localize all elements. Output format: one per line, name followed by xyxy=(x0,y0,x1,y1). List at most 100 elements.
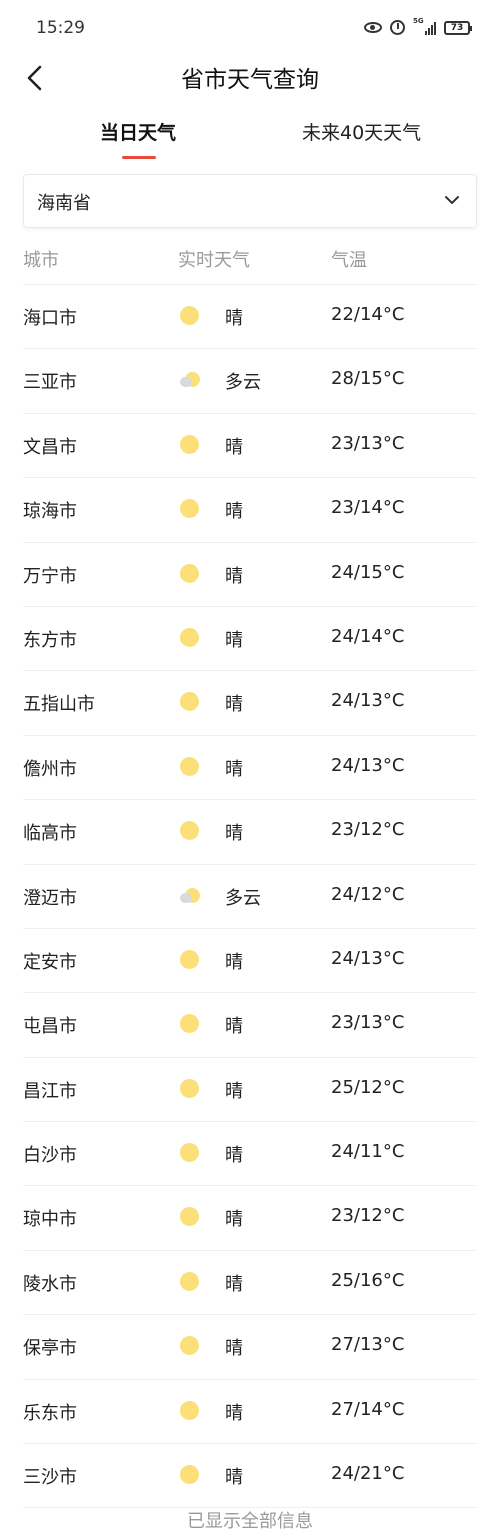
table-row: 三沙市 晴 24/21°C xyxy=(23,1444,477,1509)
sun-icon xyxy=(180,756,200,777)
weather-description: 晴 xyxy=(225,629,243,651)
sun-icon xyxy=(180,306,200,326)
table-row: 东方市 晴 24/14°C xyxy=(23,607,477,672)
temperature-range: 24/13°C xyxy=(331,947,405,969)
temperature-range: 24/13°C xyxy=(331,690,405,712)
city-name: 三亚市 xyxy=(23,372,77,394)
table-header: 城市 实时天气 气温 xyxy=(23,238,477,285)
table-row: 琼海市 晴 23/14°C xyxy=(23,478,477,543)
temperature-range: 28/15°C xyxy=(331,368,405,390)
page-title: 省市天气查询 xyxy=(181,67,319,93)
table-row: 屯昌市 晴 23/13°C xyxy=(23,993,477,1058)
alarm-icon xyxy=(390,20,405,35)
sun-icon xyxy=(180,1336,200,1356)
city-name: 文昌市 xyxy=(23,436,77,458)
weather-description: 晴 xyxy=(225,565,243,587)
weather-description: 晴 xyxy=(225,1016,243,1038)
weather-description: 晴 xyxy=(225,1209,243,1231)
city-name: 临高市 xyxy=(23,823,77,845)
weather-description: 晴 xyxy=(225,1338,243,1360)
table-row: 白沙市 晴 24/11°C xyxy=(23,1122,477,1187)
sun-icon xyxy=(180,1465,200,1485)
temperature-range: 24/15°C xyxy=(331,561,405,583)
table-row: 乐东市 晴 27/14°C xyxy=(23,1380,477,1445)
city-name: 三沙市 xyxy=(23,1467,77,1489)
city-name: 陵水市 xyxy=(23,1273,77,1295)
temperature-range: 24/12°C xyxy=(331,883,405,905)
weather-description: 晴 xyxy=(225,1467,243,1489)
city-name: 万宁市 xyxy=(23,565,77,587)
weather-description: 多云 xyxy=(225,372,261,394)
city-name: 东方市 xyxy=(23,629,77,651)
eye-icon xyxy=(364,22,382,33)
table-row: 万宁市 晴 24/15°C xyxy=(23,543,477,607)
city-name: 琼海市 xyxy=(23,501,77,523)
temperature-range: 23/14°C xyxy=(331,497,405,519)
city-name: 澄迈市 xyxy=(23,887,77,909)
weather-description: 晴 xyxy=(225,951,243,973)
temperature-range: 22/14°C xyxy=(331,304,405,325)
temperature-range: 24/11°C xyxy=(331,1141,405,1163)
table-row: 保亭市 晴 27/13°C xyxy=(23,1315,477,1380)
column-header-city: 城市 xyxy=(23,250,59,271)
all-shown-message: 已显示全部信息 xyxy=(187,1511,313,1532)
table-row: 临高市 晴 23/12°C xyxy=(23,800,477,865)
sun-icon xyxy=(180,692,200,712)
column-header-temp: 气温 xyxy=(331,250,367,271)
city-name: 五指山市 xyxy=(23,694,95,716)
city-name: 屯昌市 xyxy=(23,1016,77,1038)
temperature-range: 24/14°C xyxy=(331,625,405,647)
temperature-range: 27/13°C xyxy=(331,1334,405,1356)
weather-description: 晴 xyxy=(225,694,243,716)
table-row: 陵水市 晴 25/16°C xyxy=(23,1251,477,1316)
province-select-value: 海南省 xyxy=(37,193,91,214)
weather-description: 晴 xyxy=(225,436,243,458)
sun-icon xyxy=(180,1143,200,1163)
table-row: 琼中市 晴 23/12°C xyxy=(23,1186,477,1251)
weather-table: 海口市晴 22/14°C 三亚市 多云 28/15°C 文昌市晴 23/13°C 琼海市晴 23… xyxy=(23,285,477,1509)
weather-description: 晴 xyxy=(225,501,243,523)
province-select[interactable]: 海南省 xyxy=(23,174,477,228)
weather-description: 晴 xyxy=(225,758,243,780)
sun-icon xyxy=(180,1078,200,1099)
partly-cloudy-icon xyxy=(180,886,200,906)
sun-icon xyxy=(180,434,200,455)
table-row: 儋州市 晴 24/13°C xyxy=(23,736,477,801)
network-type: 5G xyxy=(413,16,424,25)
city-name: 乐东市 xyxy=(23,1402,77,1424)
partly-cloudy-icon xyxy=(180,370,200,390)
table-row: 定安市 晴 24/13°C xyxy=(23,929,477,994)
sun-icon xyxy=(180,1271,200,1292)
weather-description: 晴 xyxy=(225,1402,243,1424)
weather-description: 晴 xyxy=(225,823,243,845)
city-name: 保亭市 xyxy=(23,1338,77,1360)
city-name: 琼中市 xyxy=(23,1209,77,1231)
battery-icon: 73 xyxy=(444,20,472,35)
tab-40-day-weather[interactable]: 未来40天天气 xyxy=(302,118,421,145)
temperature-range: 25/16°C xyxy=(331,1269,405,1291)
status-time: 15:29 xyxy=(36,18,85,38)
sun-icon xyxy=(180,1400,200,1421)
city-name: 昌江市 xyxy=(23,1080,77,1102)
sun-icon xyxy=(180,627,200,648)
status-bar: 15:29 5G 73 xyxy=(0,0,500,56)
city-name: 定安市 xyxy=(23,951,77,973)
sun-icon xyxy=(180,1014,200,1034)
weather-description: 晴 xyxy=(225,1145,243,1167)
temperature-range: 24/13°C xyxy=(331,754,405,776)
city-name: 白沙市 xyxy=(23,1145,77,1167)
sun-icon xyxy=(180,563,200,584)
temperature-range: 25/12°C xyxy=(331,1076,405,1098)
table-row: 五指山市 晴 24/13°C xyxy=(23,671,477,736)
chevron-down-icon xyxy=(445,196,459,204)
status-icons: 5G 73 xyxy=(364,16,472,35)
city-name: 海口市 xyxy=(23,308,77,329)
weather-description: 晴 xyxy=(225,1273,243,1295)
tab-bar: 当日天气 未来40天天气 xyxy=(0,110,500,162)
table-row: 三亚市 多云 28/15°C xyxy=(23,349,477,414)
sun-icon xyxy=(180,949,200,970)
table-row: 昌江市 晴 25/12°C xyxy=(23,1058,477,1123)
tab-today-weather[interactable]: 当日天气 xyxy=(100,118,176,145)
weather-description: 晴 xyxy=(225,1080,243,1102)
sun-icon xyxy=(180,1207,200,1227)
